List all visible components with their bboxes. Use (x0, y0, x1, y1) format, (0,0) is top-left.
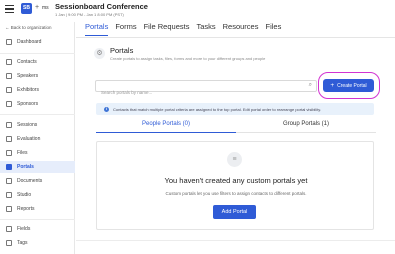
page-subtitle: Create portals to assign tasks, files, f… (110, 56, 266, 61)
search-box[interactable]: ⌕ (95, 80, 317, 98)
evaluation-icon (6, 136, 12, 142)
sidebar-item-studio[interactable]: Studio (0, 189, 75, 201)
dashboard-icon (6, 39, 12, 45)
sidebar-item-dashboard[interactable]: Dashboard (0, 36, 75, 48)
add-portal-button[interactable]: Add Portal (213, 205, 256, 219)
page-title: Portals (110, 46, 134, 55)
sidebar-item-label: Exhibitors (17, 87, 39, 93)
sidebar-item-label: Tags (17, 240, 28, 246)
create-portal-button[interactable]: + Create Portal (323, 79, 374, 92)
back-to-organization-link[interactable]: ← Back to organization (5, 25, 52, 30)
sidebar-item-label: Contacts (17, 59, 37, 65)
divider (76, 240, 395, 241)
divider (0, 219, 75, 220)
sidebar-item-label: Fields (17, 226, 31, 232)
tab-resources[interactable]: Resources (223, 22, 259, 36)
sidebar-item-speakers[interactable]: Speakers (0, 70, 75, 82)
sidebar-item-label: Sponsors (17, 101, 39, 107)
divider (0, 53, 75, 54)
sidebar-item-sponsors[interactable]: Sponsors (0, 98, 75, 110)
search-input[interactable] (96, 87, 296, 98)
tab-people-portals[interactable]: People Portals (0) (96, 121, 236, 133)
event-title[interactable]: Sessionboard Conference (55, 2, 148, 11)
sidebar: ← Back to organization Dashboard Contact… (0, 22, 75, 254)
tab-files[interactable]: Files (265, 22, 281, 36)
tags-icon (6, 240, 12, 246)
tab-forms[interactable]: Forms (115, 22, 136, 36)
sidebar-item-label: Dashboard (17, 39, 42, 45)
sidebar-item-label: Studio (17, 192, 32, 198)
sidebar-item-label: Documents (17, 178, 43, 184)
sidebar-item-contacts[interactable]: Contacts (0, 56, 75, 68)
tab-file-requests[interactable]: File Requests (144, 22, 190, 36)
tab-portals[interactable]: Portals (85, 22, 109, 36)
sidebar-item-label: Reports (17, 206, 35, 212)
tabs-divider (76, 37, 395, 38)
files-icon (6, 150, 12, 156)
sidebar-item-label: Speakers (17, 73, 39, 79)
hamburger-menu-icon[interactable] (5, 5, 14, 14)
sidebar-item-documents[interactable]: Documents (0, 175, 75, 187)
reports-icon (6, 206, 12, 212)
sidebar-item-exhibitors[interactable]: Exhibitors (0, 84, 75, 96)
app-logo[interactable]: SB (21, 3, 32, 14)
info-icon: i (104, 106, 109, 112)
empty-state-title: You haven't created any custom portals y… (164, 176, 308, 185)
sidebar-item-label: Portals (17, 164, 34, 170)
main-tabs: Portals Forms File Requests Tasks Resour… (85, 22, 288, 36)
sidebar-item-evaluation[interactable]: Evaluation (0, 133, 75, 145)
sidebar-item-label: Files (17, 150, 28, 156)
filter-icon: ≡ (227, 152, 242, 167)
info-banner: i Contacts that match multiple portal cr… (96, 103, 374, 115)
plus-icon: + (330, 82, 335, 89)
sidebar-item-tags[interactable]: Tags (0, 237, 75, 249)
sidebar-item-files[interactable]: Files (0, 147, 75, 159)
portals-gear-icon: ⚙ (94, 48, 105, 59)
documents-icon (6, 178, 12, 184)
plus-icon[interactable]: + (35, 4, 39, 11)
exhibitors-icon (6, 87, 12, 93)
info-text: Contacts that match multiple portal crit… (113, 106, 322, 112)
sidebar-item-label: Sessions (17, 122, 38, 128)
event-date: 1 Jan | 9:00 PM - Jan 1 8:00 PM (PST) (55, 12, 124, 17)
sidebar-item-portals[interactable]: Portals (0, 161, 75, 173)
fields-icon (6, 226, 12, 232)
sidebar-item-label: Evaluation (17, 136, 41, 142)
studio-icon (6, 192, 12, 198)
top-bar: SB + ms Sessionboard Conference 1 Jan | … (0, 0, 395, 22)
empty-state-card: ≡ You haven't created any custom portals… (96, 141, 374, 230)
sessions-icon (6, 122, 12, 128)
speakers-icon (6, 73, 12, 79)
divider (0, 114, 75, 115)
contacts-icon (6, 59, 12, 65)
portals-icon (6, 164, 12, 170)
search-icon[interactable]: ⌕ (309, 82, 312, 89)
sponsors-icon (6, 101, 12, 107)
org-tag[interactable]: ms (42, 5, 49, 11)
tab-group-portals[interactable]: Group Portals (1) (236, 121, 376, 133)
sidebar-item-sessions[interactable]: Sessions (0, 119, 75, 131)
sidebar-item-reports[interactable]: Reports (0, 203, 75, 215)
create-portal-label: Create Portal (337, 82, 367, 89)
empty-state-description: Custom portals let you use filters to as… (165, 191, 307, 196)
tab-tasks[interactable]: Tasks (196, 22, 215, 36)
sidebar-item-fields[interactable]: Fields (0, 223, 75, 235)
